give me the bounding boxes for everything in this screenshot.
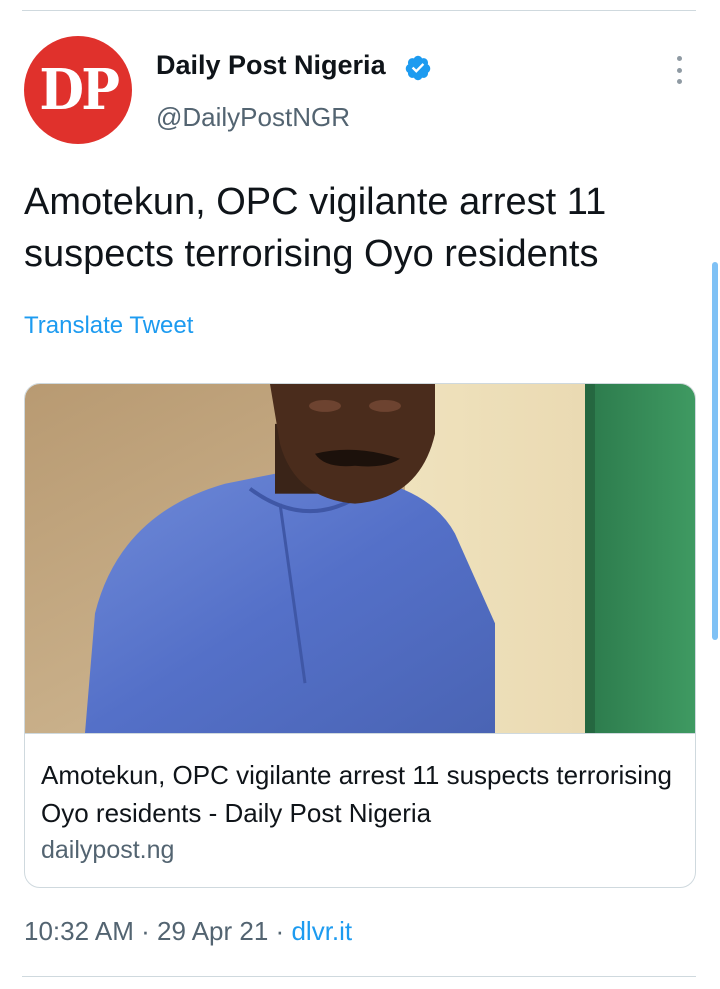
- bottom-divider: [22, 976, 696, 977]
- top-divider: [22, 10, 696, 11]
- more-dot: [676, 56, 682, 61]
- avatar-logo-text: DP: [39, 57, 120, 123]
- tweet-meta: 10:32 AM · 29 Apr 21 · dlvr.it: [24, 916, 352, 947]
- scrollbar[interactable]: [712, 262, 718, 640]
- more-vertical-icon[interactable]: [668, 56, 690, 84]
- avatar[interactable]: DP: [24, 36, 132, 144]
- tweet-date[interactable]: 29 Apr 21: [157, 916, 268, 946]
- card-domain: dailypost.ng: [41, 836, 175, 864]
- card-title: Amotekun, OPC vigilante arrest 11 suspec…: [41, 760, 673, 828]
- tweet-time[interactable]: 10:32 AM: [24, 916, 134, 946]
- tweet-text: Amotekun, OPC vigilante arrest 11 suspec…: [24, 181, 607, 275]
- author-handle[interactable]: @DailyPostNGR: [156, 102, 350, 133]
- meta-separator: ·: [275, 916, 285, 946]
- author-name[interactable]: Daily Post Nigeria: [156, 50, 386, 81]
- verified-badge-icon: [405, 55, 431, 81]
- tweet-source-link[interactable]: dlvr.it: [291, 916, 352, 946]
- link-card[interactable]: Amotekun, OPC vigilante arrest 11 suspec…: [24, 383, 696, 888]
- more-dot: [676, 67, 682, 73]
- card-image: [25, 384, 695, 734]
- more-dot: [676, 79, 682, 84]
- meta-separator: ·: [141, 916, 150, 946]
- translate-tweet-link[interactable]: Translate Tweet: [24, 312, 193, 340]
